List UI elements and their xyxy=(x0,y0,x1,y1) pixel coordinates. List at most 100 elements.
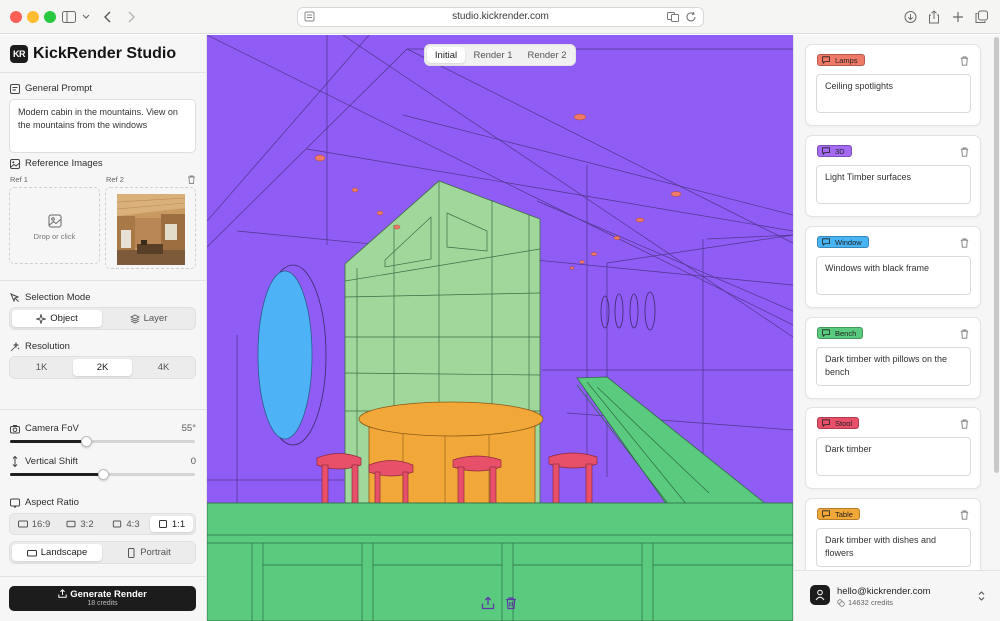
resolution-4k-option[interactable]: 4K xyxy=(134,359,193,376)
layer-chip[interactable]: Lamps xyxy=(817,54,865,66)
reference-dropzone[interactable]: Drop or click xyxy=(9,187,100,264)
tab-initial[interactable]: Initial xyxy=(427,47,465,63)
scrollbar-thumb[interactable] xyxy=(994,37,999,473)
dropzone-text: Drop or click xyxy=(33,232,76,241)
general-prompt-label: General Prompt xyxy=(25,83,93,94)
reference-images-label: Reference Images xyxy=(25,158,103,169)
sidebar-toggle-icon[interactable] xyxy=(62,8,76,26)
downloads-icon[interactable] xyxy=(904,8,917,26)
trash-icon[interactable] xyxy=(960,238,969,248)
layer-chip[interactable]: Bench xyxy=(817,327,864,339)
layer-prompt-input[interactable]: Dark timber with dishes and flowers xyxy=(816,528,971,567)
account-credits-text: 14632 credits xyxy=(848,598,894,607)
app-logo: KR xyxy=(10,45,28,63)
share-icon[interactable] xyxy=(928,8,940,26)
tab-render-1[interactable]: Render 1 xyxy=(467,47,519,63)
orientation-portrait-option[interactable]: Portrait xyxy=(104,544,193,561)
layer-card-lamps[interactable]: Lamps Ceiling spotlights xyxy=(805,44,981,126)
comment-icon xyxy=(822,419,830,427)
render-canvas[interactable]: Initial Render 1 Render 2 xyxy=(207,35,793,621)
camera-fov-row: Camera FoV 55° xyxy=(10,423,196,435)
layer-chip[interactable]: Stool xyxy=(817,417,860,429)
selection-object-option[interactable]: Object xyxy=(12,310,102,327)
layer-prompt-input[interactable]: Light Timber surfaces xyxy=(816,165,971,204)
layer-card-stool[interactable]: Stool Dark timber xyxy=(805,407,981,489)
vertical-shift-slider-handle[interactable] xyxy=(98,469,109,480)
resolution-1k-option[interactable]: 1K xyxy=(12,359,71,376)
zoom-window-button[interactable] xyxy=(44,11,56,23)
text-lines-icon xyxy=(10,83,20,94)
generate-render-button[interactable]: Generate Render 18 credits xyxy=(9,586,196,611)
trash-icon[interactable] xyxy=(960,329,969,339)
layer-card-bench[interactable]: Bench Dark timber with pillows on the be… xyxy=(805,317,981,399)
divider xyxy=(0,72,206,73)
generate-render-label: Generate Render xyxy=(70,589,147,600)
layers-scrollbar[interactable] xyxy=(993,35,1000,475)
layer-name: Window xyxy=(835,237,862,247)
minimize-window-button[interactable] xyxy=(27,11,39,23)
coins-icon xyxy=(837,598,845,607)
orientation-landscape-option[interactable]: Landscape xyxy=(12,544,102,561)
layer-card-window[interactable]: Window Windows with black frame xyxy=(805,226,981,308)
trash-icon[interactable] xyxy=(187,175,196,184)
layer-prompt-input[interactable]: Dark timber with pillows on the bench xyxy=(816,347,971,386)
render-tabs: Initial Render 1 Render 2 xyxy=(424,44,576,66)
new-tab-icon[interactable] xyxy=(952,8,964,26)
orientation-portrait-label: Portrait xyxy=(140,547,171,558)
general-prompt-input[interactable]: Modern cabin in the mountains. View on t… xyxy=(9,99,196,153)
comment-icon xyxy=(822,329,830,337)
orientation-toggle: Landscape Portrait xyxy=(9,541,196,564)
layer-chip[interactable]: 3D xyxy=(817,145,852,157)
ratio-3-2-option[interactable]: 3:2 xyxy=(58,516,102,532)
vertical-shift-slider[interactable] xyxy=(10,469,195,480)
account-menu[interactable]: hello@kickrender.com 14632 credits xyxy=(794,570,1000,621)
close-window-button[interactable] xyxy=(10,11,22,23)
aspect-ratio-section: Aspect Ratio xyxy=(10,497,79,508)
back-icon[interactable] xyxy=(103,8,113,26)
layer-prompt-input[interactable]: Windows with black frame xyxy=(816,256,971,295)
layer-prompt-input[interactable]: Dark timber xyxy=(816,437,971,476)
layer-chip[interactable]: Window xyxy=(817,236,869,248)
reference-photo xyxy=(117,194,185,265)
ref1-label: Ref 1 xyxy=(10,175,28,184)
ratio-16-9-option[interactable]: 16:9 xyxy=(12,516,56,532)
reload-icon[interactable] xyxy=(685,11,697,23)
ratio-1-1-option[interactable]: 1:1 xyxy=(150,516,193,532)
divider xyxy=(0,576,206,577)
forward-icon[interactable] xyxy=(126,8,136,26)
tab-render-2[interactable]: Render 2 xyxy=(521,47,573,63)
layer-prompt-input[interactable]: Ceiling spotlights xyxy=(816,74,971,113)
layer-card-table[interactable]: Table Dark timber with dishes and flower… xyxy=(805,498,981,580)
generate-render-credits: 18 credits xyxy=(87,600,118,607)
trash-icon[interactable] xyxy=(960,56,969,66)
selection-mode-label: Selection Mode xyxy=(25,292,91,303)
general-prompt-section: General Prompt xyxy=(10,83,92,94)
camera-fov-slider-handle[interactable] xyxy=(81,436,92,447)
reference-image-2[interactable] xyxy=(105,187,196,269)
selection-object-label: Object xyxy=(50,313,78,324)
layer-chip[interactable]: Table xyxy=(817,508,860,520)
chevron-down-icon[interactable] xyxy=(82,8,90,26)
trash-icon[interactable] xyxy=(960,510,969,520)
delete-icon[interactable] xyxy=(504,596,518,610)
camera-fov-slider[interactable] xyxy=(10,436,195,447)
export-icon[interactable] xyxy=(481,596,495,610)
ref2-label: Ref 2 xyxy=(106,175,124,184)
ratio-4-3-option[interactable]: 4:3 xyxy=(104,516,148,532)
chevron-up-down-icon[interactable] xyxy=(977,590,986,602)
address-bar[interactable]: studio.kickrender.com xyxy=(297,7,704,27)
upload-icon xyxy=(58,589,67,598)
selection-layer-label: Layer xyxy=(143,313,168,324)
layer-name: Bench xyxy=(835,328,857,338)
translate-icon[interactable] xyxy=(667,11,679,23)
trash-icon[interactable] xyxy=(960,419,969,429)
selection-mode-section: Selection Mode xyxy=(10,292,90,303)
resolution-2k-option[interactable]: 2K xyxy=(73,359,132,376)
tab-overview-icon[interactable] xyxy=(975,8,988,26)
layer-card-3d[interactable]: 3D Light Timber surfaces xyxy=(805,135,981,217)
square-icon xyxy=(158,520,167,528)
selection-layer-option[interactable]: Layer xyxy=(104,310,193,327)
image-icon xyxy=(10,158,20,169)
divider xyxy=(0,409,206,410)
trash-icon[interactable] xyxy=(960,147,969,157)
